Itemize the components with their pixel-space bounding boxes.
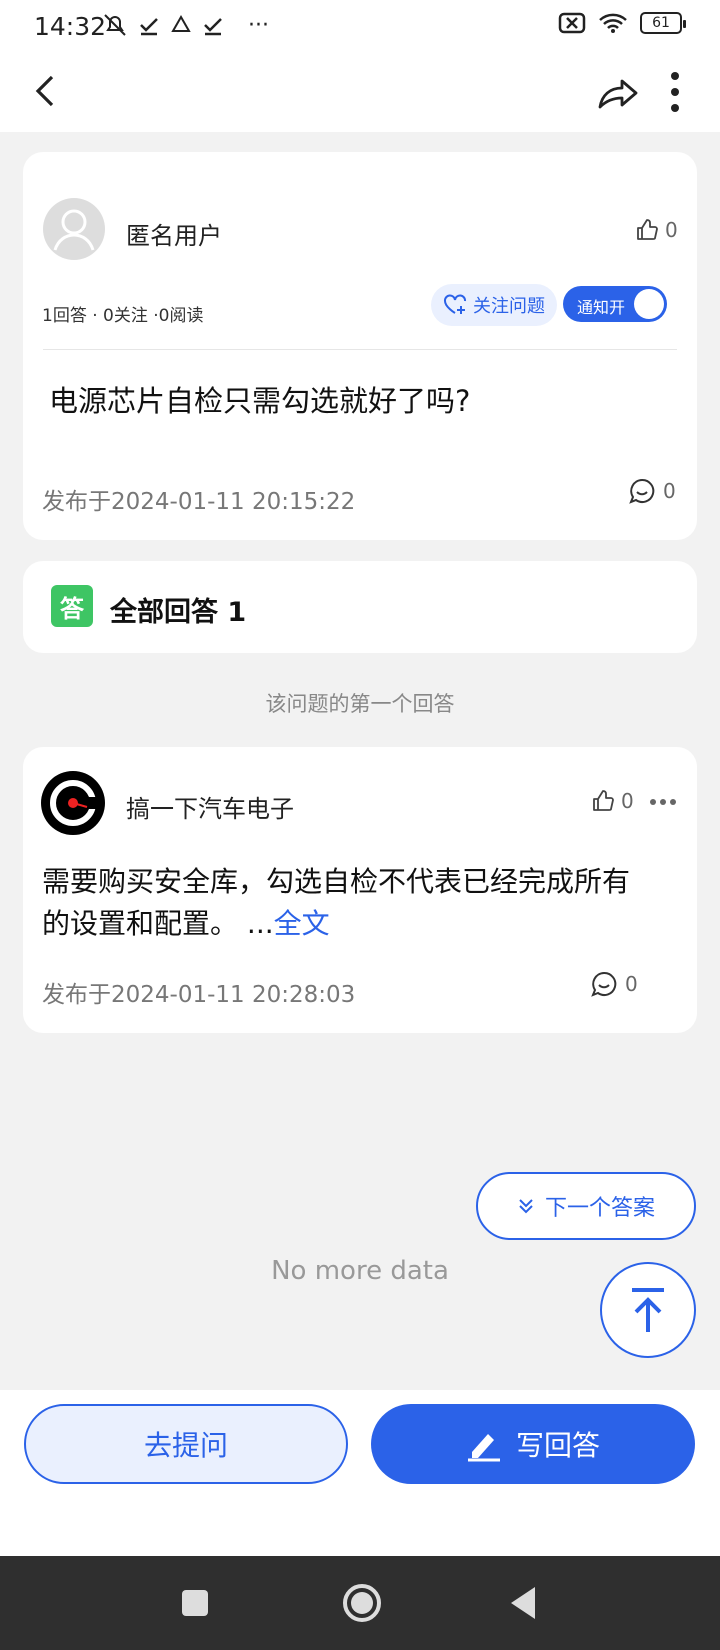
system-navigation-bar [0,1556,720,1650]
divider [43,349,677,350]
follow-question-label: 关注问题 [473,296,545,317]
next-answer-button[interactable]: 下一个答案 [476,1172,696,1240]
bottom-action-bar: 去提问 写回答 [0,1390,720,1556]
status-notification-icons: ··· [102,12,269,38]
avatar[interactable] [43,198,105,260]
question-comment-button[interactable]: 0 [629,478,676,504]
wifi-icon [599,13,627,33]
thumb-up-icon [593,790,614,811]
back-to-top-button[interactable] [600,1262,696,1358]
status-time: 14:32 [34,12,107,41]
answer-text-line: 的设置和配置。 [42,907,239,940]
more-notifications: ··· [248,12,269,38]
answer-badge: 答 [51,585,93,627]
mute-bell-icon [104,14,126,36]
circle-icon [343,1584,381,1622]
answer-card[interactable]: 搞一下汽车电子 0 需要购买安全库，勾选自检不代表已经完成所有 的设置和配置。 … [23,747,697,1033]
share-button[interactable] [590,64,646,120]
triangle-back-icon [511,1587,535,1619]
more-horiz-icon [650,799,676,805]
more-vert-icon [671,72,679,112]
back-button[interactable] [20,66,70,116]
sim-off-icon [558,12,586,34]
notification-toggle[interactable]: 通知开 [563,286,667,322]
avatar[interactable] [41,771,105,835]
question-like-count: 0 [665,218,678,242]
answers-header-card: 答 全部回答 1 [23,561,697,653]
double-chevron-down-icon [519,1199,533,1214]
check-icon [204,18,222,36]
question-author[interactable]: 匿名用户 [126,216,222,251]
brand-logo-icon [50,780,97,826]
heart-add-icon [444,294,466,314]
write-answer-label: 写回答 [515,1429,600,1462]
thumb-up-icon [637,219,658,240]
question-stats: 1回答 · 0关注 ·0阅读 [42,306,204,326]
status-system-icons: 61 [558,12,686,34]
answer-author[interactable]: 搞一下汽车电子 [126,789,294,824]
more-options-button[interactable] [654,64,696,120]
answer-like-count: 0 [621,789,634,813]
answer-text: 需要购买安全库，勾选自检不代表已经完成所有 的设置和配置。 ...全文 [42,861,682,945]
first-answer-hint: 该问题的第一个回答 [265,692,455,716]
question-like-button[interactable]: 0 [635,218,678,242]
square-icon [182,1590,208,1616]
answer-publish-time: 发布于2024-01-11 20:28:03 [42,982,356,1008]
top-app-bar [0,52,720,132]
answer-text-line: 需要购买安全库，勾选自检不代表已经完成所有 [42,865,631,898]
status-bar: 14:32 ··· 61 [0,0,720,52]
next-answer-label: 下一个答案 [544,1196,655,1221]
share-icon [598,79,638,109]
ask-question-label: 去提问 [143,1429,228,1462]
notification-toggle-label: 通知开 [577,298,626,317]
write-answer-button[interactable]: 写回答 [371,1404,695,1484]
comment-icon [591,971,617,997]
check-icon [140,18,158,36]
full-text-link[interactable]: 全文 [274,907,330,940]
answer-more-button[interactable] [647,787,679,817]
arrow-up-to-top-icon [632,1288,664,1332]
question-title: 电源芯片自检只需勾选就好了吗? [49,384,471,418]
toggle-knob [634,289,664,319]
comment-icon [629,478,655,504]
ellipsis: ... [238,907,274,940]
back-nav-button[interactable] [498,1578,548,1628]
answer-comment-count: 0 [625,972,638,996]
back-icon [35,75,54,107]
home-button[interactable] [335,1576,389,1630]
user-icon [53,209,95,251]
answer-comment-button[interactable]: 0 [591,971,638,997]
question-comment-count: 0 [663,479,676,503]
recents-button[interactable] [170,1578,220,1628]
follow-question-button[interactable]: 关注问题 [431,284,557,326]
battery-icon: 61 [640,12,686,34]
pencil-icon [467,1434,500,1462]
question-card: 匿名用户 0 1回答 · 0关注 ·0阅读 关注问题 通知开 电源芯片自检只需勾… [23,152,697,540]
drive-icon [171,14,191,32]
question-publish-time: 发布于2024-01-11 20:15:22 [42,489,356,515]
ask-question-button[interactable]: 去提问 [24,1404,348,1484]
answer-like-button[interactable]: 0 [591,789,634,813]
answers-header-title: 全部回答 1 [110,597,247,628]
